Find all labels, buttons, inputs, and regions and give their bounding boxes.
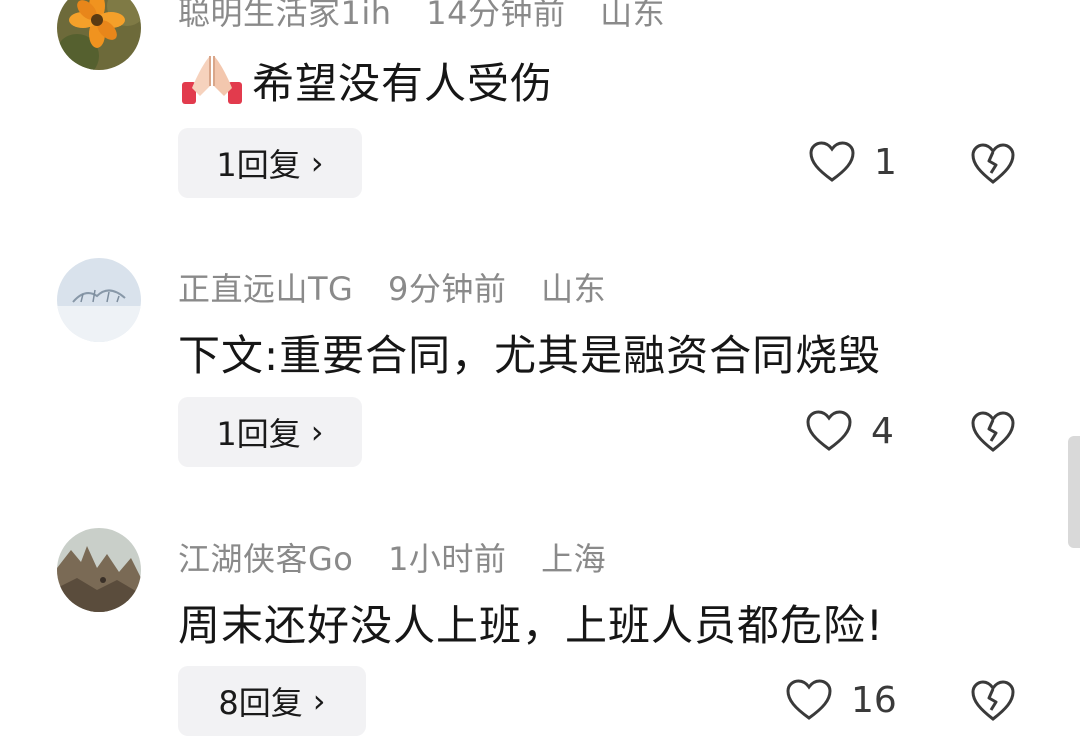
scrollbar[interactable] [1068,436,1080,548]
like-count: 4 [871,410,894,452]
chevron-right-icon: › [310,413,324,451]
reply-button[interactable]: 1回复 › [178,397,362,467]
reply-count: 1回复 [216,415,301,453]
username[interactable]: 江湖侠客Go [178,540,353,578]
avatar[interactable] [57,258,141,342]
reply-button[interactable]: 8回复 › [178,666,366,736]
broken-heart-icon[interactable] [970,679,1016,723]
location: 上海 [541,540,607,578]
reply-count: 8回复 [218,684,303,722]
avatar[interactable] [57,528,141,612]
timestamp: 9分钟前 [388,270,507,308]
avatar-snow-tree-image [57,258,141,342]
location: 山东 [541,270,607,308]
comment-text-content: 下文:重要合同，尤其是融资合同烧毁 [178,331,882,380]
heart-outline-icon [786,679,832,720]
comment-meta: 江湖侠客Go 1小时前 上海 [178,534,630,580]
timestamp: 1小时前 [388,540,507,578]
comment-item: 江湖侠客Go 1小时前 上海 周末还好没人上班，上班人员都危险! 8回复 › 1… [0,0,1080,736]
chevron-right-icon: › [312,682,326,720]
like-button[interactable]: 4 [805,409,894,453]
like-count: 16 [851,679,897,721]
like-button[interactable]: 16 [785,678,897,722]
broken-heart-icon[interactable] [970,410,1016,454]
comment-text: 下文:重要合同，尤其是融资合同烧毁 [178,322,881,383]
comment-text: 周末还好没人上班，上班人员都危险! [178,592,884,653]
heart-outline-icon [806,410,852,451]
comment-meta: 正直远山TG 9分钟前 山东 [178,264,630,310]
username[interactable]: 正直远山TG [178,270,353,308]
comment-text-content: 周末还好没人上班，上班人员都危险! [178,601,884,650]
avatar-rock-landscape-image [57,528,141,612]
